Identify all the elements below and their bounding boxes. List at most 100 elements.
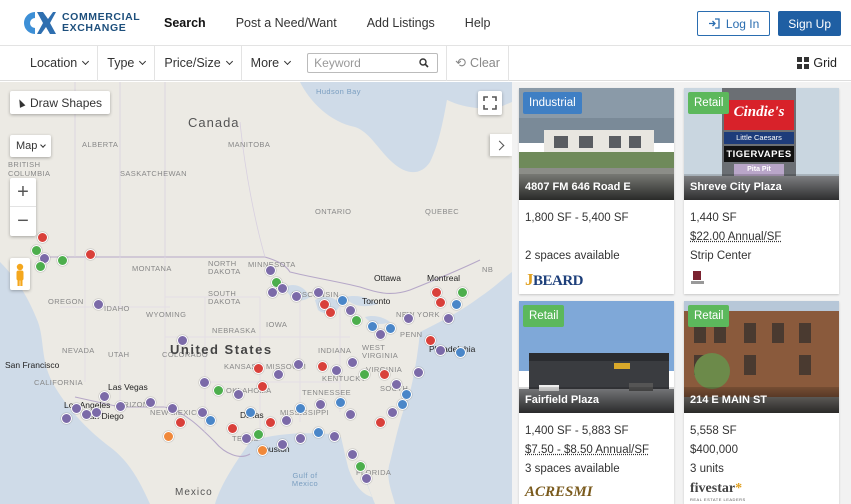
listing-map-marker[interactable] bbox=[345, 409, 356, 420]
listing-map-marker[interactable] bbox=[313, 427, 324, 438]
listing-map-marker[interactable] bbox=[355, 461, 366, 472]
listing-map-marker[interactable] bbox=[457, 287, 468, 298]
listing-map-marker[interactable] bbox=[361, 473, 372, 484]
listing-map-marker[interactable] bbox=[385, 323, 396, 334]
listing-map-marker[interactable] bbox=[61, 413, 72, 424]
listing-title[interactable]: Shreve City Plaza bbox=[684, 174, 839, 200]
label-quebec: QUEBEC bbox=[425, 207, 460, 216]
listing-map-marker[interactable] bbox=[325, 307, 336, 318]
zoom-in-button[interactable]: + bbox=[10, 178, 36, 207]
listing-map-marker[interactable] bbox=[413, 367, 424, 378]
map-type-dropdown[interactable]: Map bbox=[10, 135, 52, 157]
listing-map-marker[interactable] bbox=[291, 291, 302, 302]
nav-post-need[interactable]: Post a Need/Want bbox=[236, 16, 337, 30]
listing-map-marker[interactable] bbox=[379, 369, 390, 380]
listing-map-marker[interactable] bbox=[85, 249, 96, 260]
draw-shapes-button[interactable]: Draw Shapes bbox=[10, 91, 111, 114]
signup-button[interactable]: Sign Up bbox=[778, 11, 841, 36]
listing-map-marker[interactable] bbox=[93, 299, 104, 310]
listing-map-marker[interactable] bbox=[99, 391, 110, 402]
listing-map-marker[interactable] bbox=[277, 439, 288, 450]
commercial-exchange-logo[interactable]: COMMERCIAL EXCHANGE bbox=[22, 10, 150, 36]
listing-title[interactable]: Fairfield Plaza bbox=[519, 387, 674, 413]
listing-map-marker[interactable] bbox=[347, 449, 358, 460]
listing-map-marker[interactable] bbox=[233, 389, 244, 400]
listing-map-marker[interactable] bbox=[253, 429, 264, 440]
listing-map-marker[interactable] bbox=[163, 431, 174, 442]
listing-map-marker[interactable] bbox=[241, 433, 252, 444]
listing-card[interactable]: Cindie's Little Caesars TIGERVAPES Pita … bbox=[684, 88, 839, 294]
listing-map-marker[interactable] bbox=[257, 381, 268, 392]
listing-map-marker[interactable] bbox=[145, 397, 156, 408]
listing-map-marker[interactable] bbox=[213, 385, 224, 396]
listing-map-marker[interactable] bbox=[375, 417, 386, 428]
listing-map-marker[interactable] bbox=[451, 299, 462, 310]
listing-map-marker[interactable] bbox=[337, 295, 348, 306]
nav-help[interactable]: Help bbox=[465, 16, 491, 30]
listing-map-marker[interactable] bbox=[205, 415, 216, 426]
listing-map-marker[interactable] bbox=[57, 255, 68, 266]
listing-map-marker[interactable] bbox=[397, 399, 408, 410]
listing-map-marker[interactable] bbox=[391, 379, 402, 390]
listing-map-marker[interactable] bbox=[265, 265, 276, 276]
listing-map-marker[interactable] bbox=[315, 399, 326, 410]
listing-card[interactable]: Retail Fairfield Plaza 1,400 SF - 5,883 … bbox=[519, 301, 674, 504]
listing-map-marker[interactable] bbox=[277, 283, 288, 294]
listing-map-marker[interactable] bbox=[359, 369, 370, 380]
listing-map-marker[interactable] bbox=[403, 313, 414, 324]
listing-map-marker[interactable] bbox=[443, 313, 454, 324]
listing-title[interactable]: 4807 FM 646 Road E bbox=[519, 174, 674, 200]
street-view-pegman[interactable] bbox=[10, 258, 30, 290]
listing-map-marker[interactable] bbox=[295, 433, 306, 444]
listing-map-marker[interactable] bbox=[265, 417, 276, 428]
listing-map-marker[interactable] bbox=[91, 407, 102, 418]
listing-map-marker[interactable] bbox=[293, 359, 304, 370]
collapse-map-button[interactable] bbox=[490, 134, 512, 156]
listing-map-marker[interactable] bbox=[177, 335, 188, 346]
listing-map-marker[interactable] bbox=[455, 347, 466, 358]
fullscreen-button[interactable] bbox=[478, 91, 502, 115]
listing-map-marker[interactable] bbox=[115, 401, 126, 412]
listing-map-marker[interactable] bbox=[351, 315, 362, 326]
listing-card[interactable]: Retail 214 E MAIN ST 5,558 SF $400,000 3… bbox=[684, 301, 839, 504]
listing-map-marker[interactable] bbox=[199, 377, 210, 388]
keyword-input[interactable] bbox=[314, 56, 420, 70]
listing-map-marker[interactable] bbox=[37, 232, 48, 243]
listing-map-marker[interactable] bbox=[273, 369, 284, 380]
filter-price-size[interactable]: Price/Size bbox=[155, 45, 242, 81]
filter-type[interactable]: Type bbox=[98, 45, 156, 81]
listing-map-marker[interactable] bbox=[435, 297, 446, 308]
listing-map-marker[interactable] bbox=[335, 397, 346, 408]
listing-map-marker[interactable] bbox=[245, 407, 256, 418]
listing-map-marker[interactable] bbox=[435, 345, 446, 356]
clear-button[interactable]: ⟲ Clear bbox=[446, 45, 509, 81]
filter-more[interactable]: More bbox=[242, 46, 299, 81]
search-icon[interactable] bbox=[419, 58, 429, 68]
listing-map-marker[interactable] bbox=[425, 335, 436, 346]
listing-map-marker[interactable] bbox=[331, 365, 342, 376]
listing-map-marker[interactable] bbox=[387, 407, 398, 418]
nav-search[interactable]: Search bbox=[164, 16, 206, 30]
listing-map-marker[interactable] bbox=[35, 261, 46, 272]
login-button[interactable]: Log In bbox=[696, 11, 771, 36]
listing-map-marker[interactable] bbox=[227, 423, 238, 434]
zoom-out-button[interactable]: − bbox=[10, 207, 36, 236]
listing-map-marker[interactable] bbox=[175, 417, 186, 428]
map-view[interactable]: Hudson Bay Canada ALBERTA MANITOBA BRITI… bbox=[0, 82, 512, 504]
listing-map-marker[interactable] bbox=[295, 403, 306, 414]
nav-add-listings[interactable]: Add Listings bbox=[367, 16, 435, 30]
listing-map-marker[interactable] bbox=[257, 445, 268, 456]
label-north-dakota: NORTH DAKOTA bbox=[208, 259, 241, 276]
listing-map-marker[interactable] bbox=[253, 363, 264, 374]
listing-map-marker[interactable] bbox=[313, 287, 324, 298]
listing-map-marker[interactable] bbox=[329, 431, 340, 442]
listing-map-marker[interactable] bbox=[375, 329, 386, 340]
grid-view-toggle[interactable]: Grid bbox=[797, 56, 837, 70]
listing-map-marker[interactable] bbox=[347, 357, 358, 368]
listing-map-marker[interactable] bbox=[167, 403, 178, 414]
listing-card[interactable]: Industrial 4807 FM 646 Road E 1,800 SF -… bbox=[519, 88, 674, 294]
listing-title[interactable]: 214 E MAIN ST bbox=[684, 387, 839, 413]
listing-map-marker[interactable] bbox=[281, 415, 292, 426]
listing-map-marker[interactable] bbox=[317, 361, 328, 372]
filter-location[interactable]: Location bbox=[0, 45, 99, 81]
